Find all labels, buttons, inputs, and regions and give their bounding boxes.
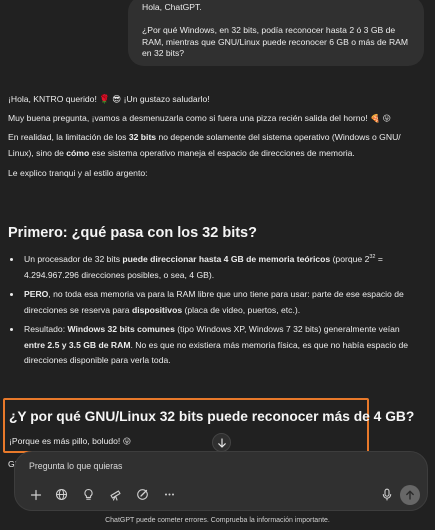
p2-text-2: no depende solamente del sistema operati… [156,132,401,142]
lightbulb-icon [84,488,93,500]
user-question-line1: ¿Por qué Windows, en 32 bits, podía reco… [142,25,396,35]
b2-text-1: , no toda esa memoria va para la RAM lib… [48,289,404,299]
p2-text-3: Linux), sino de [8,147,67,158]
b3-text-4: direcciones disponible para verla toda. [24,355,171,365]
b2-bold: PERO [24,289,49,299]
bullet-list: Un procesador de 32 bits puede direccion… [8,252,434,373]
globe-icon [55,488,68,501]
b2-bold-2: dispositivos [131,304,183,315]
b3-text-3: . No es que no existiera más memoria fís… [130,339,409,350]
p2-text-1: En realidad, la limitación de los [8,132,129,142]
prompt-input[interactable]: Pregunta lo que quieras [29,461,122,471]
assistant-greeting-text: ¡Hola, KNTRO querido! 🌹 😎 ¡Un gustazo sa… [8,94,210,104]
more-icon [165,493,174,496]
b1-text-4: 4.294.967.296 direcciones posibles, o se… [24,269,215,280]
b1-text-1: Un procesador de 32 bits [24,254,123,264]
b3-bold-2: entre 2.5 y 3.5 GB de RAM [24,339,131,350]
p3-text: Le explico tranqui y al estilo argento: [8,168,148,178]
web-search-button[interactable] [53,486,70,503]
scroll-down-button[interactable] [212,433,231,452]
b3-bold-1: Windows 32 bits comunes [67,324,175,334]
mic-icon [382,488,391,501]
send-button[interactable] [400,485,420,505]
dictate-button[interactable] [378,486,395,503]
assistant-intro: Muy buena pregunta, ¡vamos a desmenuzarl… [8,111,426,127]
b1-text-3: = [375,254,383,264]
user-question-line2: RAM, mientras que GNU/Linux puede recono… [142,36,409,47]
user-question-line3: en 32 bits? [142,48,185,58]
plus-icon [30,489,41,500]
list-item: Resultado: Windows 32 bits comunes (tipo… [22,322,434,369]
add-button[interactable] [27,486,44,503]
user-greeting: Hola, ChatGPT. [142,2,202,12]
send-arrow-icon [406,490,414,500]
section-2-text-span: ¡Porque es más pillo, boludo! [9,436,123,446]
deep-research-button[interactable] [107,486,124,503]
b3-text-2: (tipo Windows XP, Windows 7 32 bits) gen… [174,324,400,334]
list-item: Un procesador de 32 bits puede direccion… [22,252,434,283]
telescope-icon [110,490,121,501]
message-composer[interactable]: Pregunta lo que quieras [14,451,428,511]
disclaimer-footer: ChatGPT puede cometer errores. Comprueba… [105,517,330,524]
b1-text-2: (porque 2 [330,254,370,264]
list-item: PERO, no toda esa memoria va para la RAM… [22,287,434,318]
create-image-button[interactable] [134,486,151,503]
assistant-greeting: ¡Hola, KNTRO querido! 🌹 😎 ¡Un gustazo sa… [8,92,426,108]
user-message-bubble: Hola, ChatGPT. ¿Por qué Windows, en 32 b… [128,0,424,66]
assistant-paragraph-3: Le explico tranqui y al estilo argento: [8,166,426,182]
b3-text-1: Resultado: [24,324,68,334]
arrow-down-icon [217,437,226,448]
p2-bold-1: 32 bits [128,132,157,142]
assistant-paragraph-2: En realidad, la limitación de los 32 bit… [8,130,426,161]
section-1-title: Primero: ¿qué pasa con los 32 bits? [8,225,257,241]
intro-emoji: 🍕 😛 [370,114,391,123]
p2-text-4: ese sistema operativo maneja el espacio … [89,147,355,158]
b1-bold: puede direccionar hasta 4 GB de memoria … [122,254,331,264]
more-tools-button[interactable] [161,486,178,503]
section-2-emoji: 😛 [122,437,132,446]
b2-text-2: direcciones se reserva para [24,304,132,315]
reason-button[interactable] [80,486,97,503]
section-2-title: ¿Y por qué GNU/Linux 32 bits puede recon… [9,409,415,424]
intro-text: Muy buena pregunta, ¡vamos a desmenuzarl… [8,113,371,123]
p2-bold-2: cómo [66,147,90,158]
b2-text-3: (placa de video, puertos, etc.). [182,304,301,315]
paintbrush-icon [137,489,148,500]
